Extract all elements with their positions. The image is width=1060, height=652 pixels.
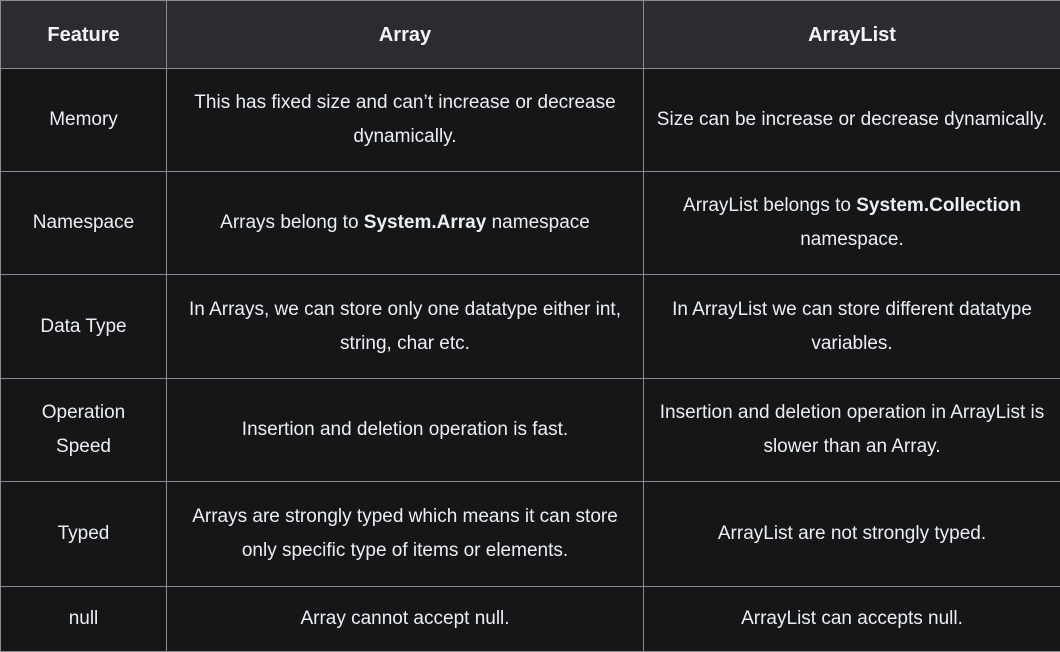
feature-cell: null — [1, 587, 167, 652]
feature-cell: Data Type — [1, 275, 167, 379]
array-cell: In Arrays, we can store only one datatyp… — [167, 275, 644, 379]
array-text-post: namespace — [486, 212, 590, 233]
array-namespace-bold: System.Array — [364, 212, 487, 233]
arraylist-cell: Size can be increase or decrease dynamic… — [644, 69, 1060, 172]
array-cell: Arrays belong to System.Array namespace — [167, 172, 644, 275]
table-row: null Array cannot accept null. ArrayList… — [1, 587, 1060, 652]
feature-cell: Operation Speed — [1, 379, 167, 482]
arraylist-namespace-bold: System.Collection — [856, 195, 1021, 216]
array-cell: This has fixed size and can’t increase o… — [167, 69, 644, 172]
table-row: Operation Speed Insertion and deletion o… — [1, 379, 1060, 482]
arraylist-text-post: namespace. — [800, 229, 904, 250]
table-row: Typed Arrays are strongly typed which me… — [1, 482, 1060, 587]
array-cell: Array cannot accept null. — [167, 587, 644, 652]
header-row: Feature Array ArrayList — [1, 1, 1060, 69]
header-arraylist: ArrayList — [644, 1, 1060, 69]
table-header: Feature Array ArrayList — [1, 1, 1060, 69]
table-row: Namespace Arrays belong to System.Array … — [1, 172, 1060, 275]
comparison-table: Feature Array ArrayList Memory This has … — [0, 0, 1060, 652]
table-row: Data Type In Arrays, we can store only o… — [1, 275, 1060, 379]
arraylist-cell: ArrayList belongs to System.Collection n… — [644, 172, 1060, 275]
array-text-pre: Arrays belong to — [220, 212, 364, 233]
arraylist-cell: In ArrayList we can store different data… — [644, 275, 1060, 379]
feature-cell: Memory — [1, 69, 167, 172]
arraylist-cell: Insertion and deletion operation in Arra… — [644, 379, 1060, 482]
array-cell: Arrays are strongly typed which means it… — [167, 482, 644, 587]
array-cell: Insertion and deletion operation is fast… — [167, 379, 644, 482]
arraylist-cell: ArrayList can accepts null. — [644, 587, 1060, 652]
arraylist-cell: ArrayList are not strongly typed. — [644, 482, 1060, 587]
header-array: Array — [167, 1, 644, 69]
feature-cell: Namespace — [1, 172, 167, 275]
table-body: Memory This has fixed size and can’t inc… — [1, 69, 1060, 652]
feature-cell: Typed — [1, 482, 167, 587]
table-row: Memory This has fixed size and can’t inc… — [1, 69, 1060, 172]
header-feature: Feature — [1, 1, 167, 69]
arraylist-text-pre: ArrayList belongs to — [683, 195, 856, 216]
